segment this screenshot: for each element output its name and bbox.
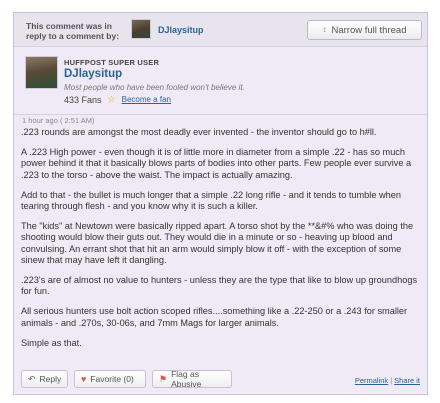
narrow-thread-label: Narrow full thread [331,24,407,36]
parent-user-avatar[interactable] [131,19,151,39]
link-separator: | [390,376,393,385]
comment-paragraph: Add to that - the bullet is much longer … [21,189,401,212]
comment-timestamp: 1 hour ago ( 2:51 AM) [22,116,95,125]
reply-button[interactable]: ↶ Reply [21,370,68,388]
reply-context-bar: This comment was in reply to a comment b… [14,13,427,47]
share-link[interactable]: Share it [394,376,420,385]
heart-icon: ♥ [81,374,87,384]
permalink-link[interactable]: Permalink [355,376,388,385]
comment-panel: This comment was in reply to a comment b… [13,12,428,395]
comment-paragraph: A .223 High power - even though it is of… [21,147,412,180]
comment-paragraph: Simple as that. [21,337,82,348]
comment-actions: ↶ Reply ♥ Favorite (0) ⚑ Flag as Abusive… [14,368,427,392]
comment-paragraph: All serious hunters use bolt action scop… [21,306,408,328]
star-icon: ☆ [107,94,116,104]
reply-context-note: This comment was in reply to a comment b… [26,21,120,41]
author-header: HUFFPOST SUPER USER DJlaysitup Most peop… [14,48,427,115]
comment-paragraph: .223's are of almost no value to hunters… [21,275,418,297]
up-down-arrows-icon: ↕ [322,25,327,34]
favorite-label: Favorite (0) [90,374,134,384]
flag-abusive-button[interactable]: ⚑ Flag as Abusive [152,369,232,389]
reply-label: Reply [39,374,62,384]
fan-count: 433 Fans [64,94,102,105]
become-fan-link[interactable]: Become a fan [122,95,171,104]
flag-icon: ⚑ [159,373,168,384]
comment-body: .223 rounds are amongst the most deadly … [21,127,423,358]
reply-arrow-icon: ↶ [28,373,36,384]
flag-label: Flag as Abusive [171,369,202,389]
author-avatar[interactable] [25,56,58,89]
comment-links: Permalink | Share it [355,376,420,385]
comment-paragraph: The "kids" at Newtown were basically rip… [21,221,414,265]
narrow-thread-button[interactable]: ↕ Narrow full thread [307,20,422,40]
author-motto: Most people who have been fooled won't b… [64,83,245,92]
comment-paragraph: .223 rounds are amongst the most deadly … [21,127,377,137]
author-name-link[interactable]: DJlaysitup [64,68,122,80]
super-user-badge: HUFFPOST SUPER USER [64,58,160,67]
fans-row: 433 Fans ☆ Become a fan [64,94,171,105]
favorite-button[interactable]: ♥ Favorite (0) [74,370,146,388]
parent-user-link[interactable]: DJlaysitup [158,25,204,35]
